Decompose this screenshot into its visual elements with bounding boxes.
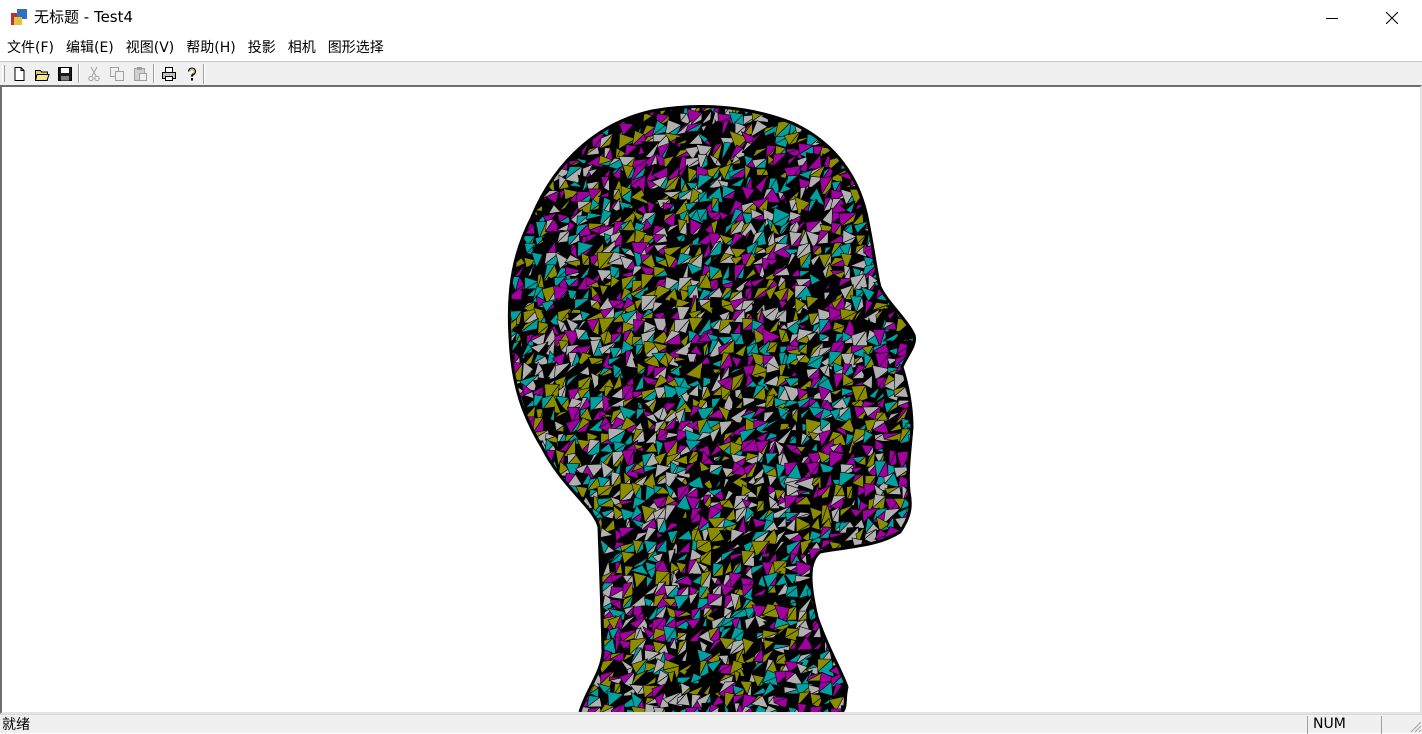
head-mesh-render xyxy=(507,105,917,712)
copy-button[interactable] xyxy=(106,64,127,83)
new-file-icon xyxy=(14,66,24,81)
open-button[interactable] xyxy=(31,64,52,83)
toolbar xyxy=(0,61,1422,85)
paste-button[interactable] xyxy=(129,64,150,83)
menu-help[interactable]: 帮助(H) xyxy=(180,38,241,58)
open-folder-icon xyxy=(34,69,50,81)
toolbar-end xyxy=(203,64,205,84)
toolbar-grip[interactable] xyxy=(2,65,5,82)
new-file-button[interactable] xyxy=(8,64,29,83)
save-button[interactable] xyxy=(54,64,75,83)
menu-bar: 文件(F) 编辑(E) 视图(V) 帮助(H) 投影 相机 图形选择 xyxy=(0,36,1422,60)
menu-file[interactable]: 文件(F) xyxy=(1,38,60,58)
num-lock-pane: NUM xyxy=(1307,716,1357,734)
toolbar-separator xyxy=(153,64,155,83)
close-icon xyxy=(1386,11,1398,24)
close-button[interactable] xyxy=(1363,0,1421,35)
title-bar[interactable]: 无标题 - Test4 xyxy=(0,0,1422,35)
about-button[interactable] xyxy=(181,64,202,83)
help-icon xyxy=(187,67,196,80)
status-bar: 就绪 NUM xyxy=(0,714,1422,734)
menu-shape-select[interactable]: 图形选择 xyxy=(322,38,390,58)
resize-grip-icon[interactable] xyxy=(1408,719,1422,733)
render-view[interactable] xyxy=(0,85,1422,714)
status-text: 就绪 xyxy=(2,717,30,733)
menu-camera[interactable]: 相机 xyxy=(282,38,322,58)
num-lock-indicator: NUM xyxy=(1313,716,1346,732)
menu-view[interactable]: 视图(V) xyxy=(120,38,181,58)
paste-icon xyxy=(133,66,147,81)
print-button[interactable] xyxy=(158,64,179,83)
window-title: 无标题 - Test4 xyxy=(34,8,134,26)
copy-icon xyxy=(109,66,124,81)
save-icon xyxy=(57,66,72,81)
print-icon xyxy=(161,66,176,81)
cut-button[interactable] xyxy=(83,64,104,83)
app-icon xyxy=(11,9,27,25)
cut-icon xyxy=(87,66,100,81)
toolbar-separator xyxy=(78,64,80,83)
menu-edit[interactable]: 编辑(E) xyxy=(60,38,120,58)
menu-projection[interactable]: 投影 xyxy=(242,38,282,58)
maximize-button-area[interactable] xyxy=(1304,0,1362,35)
